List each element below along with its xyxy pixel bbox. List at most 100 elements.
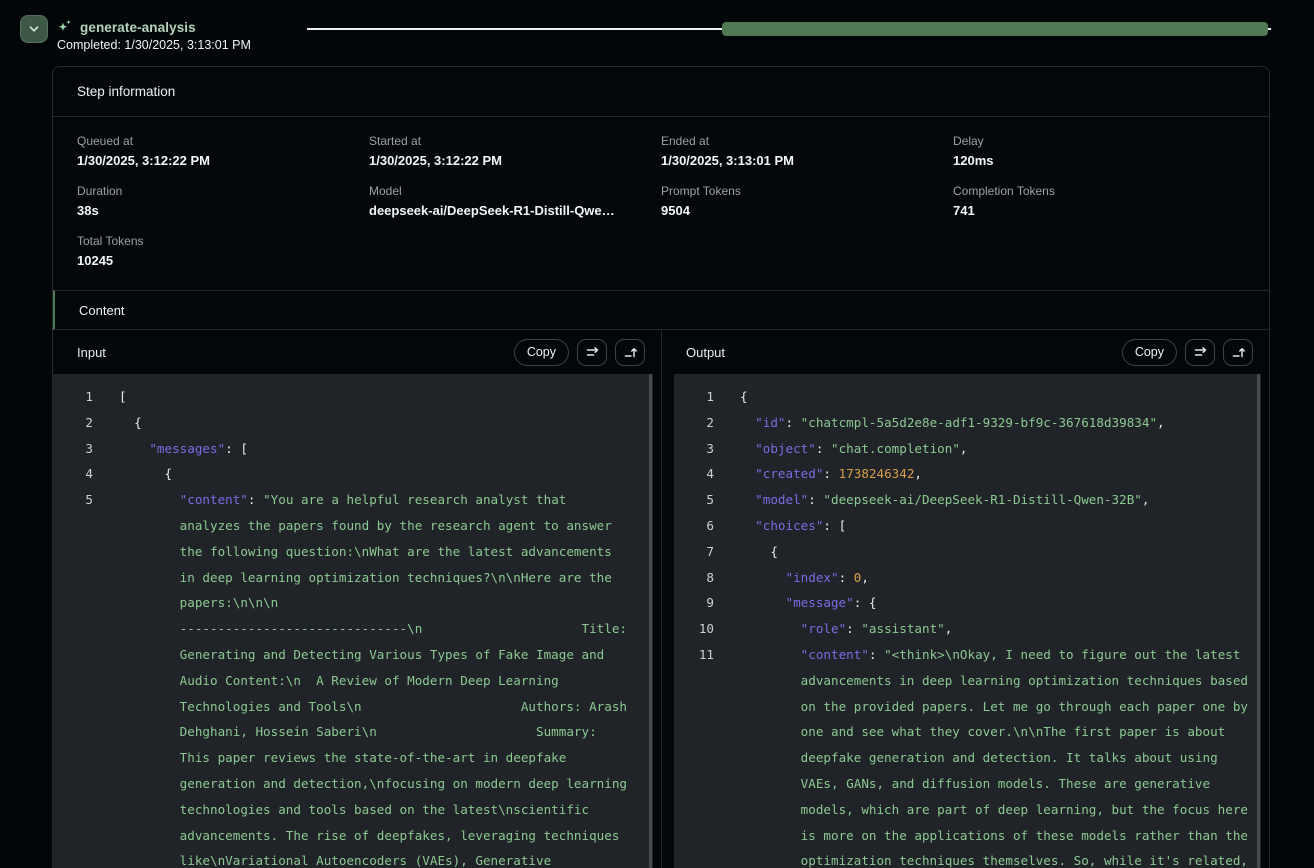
info-field-label: Total Tokens (77, 234, 369, 248)
step-information-header: Step information (53, 67, 1269, 117)
code-line-text: "messages": [ (119, 436, 631, 462)
code-line-text: "message": { (740, 590, 1252, 616)
input-panel: Input Copy (53, 330, 661, 868)
output-panel-header: Output Copy (662, 330, 1269, 374)
code-line-text: "object": "chat.completion", (740, 436, 1252, 462)
code-line-text: "index": 0, (740, 565, 1252, 591)
trace-step-view: generate-analysis Completed: 1/30/2025, … (0, 0, 1314, 868)
line-number: 5 (678, 487, 714, 513)
line-number: 4 (678, 461, 714, 487)
code-line-text: { (740, 384, 1252, 410)
info-field: Queued at 1/30/2025, 3:12:22 PM (77, 134, 369, 168)
code-line-text: "role": "assistant", (740, 616, 1252, 642)
step-information-title: Step information (77, 84, 175, 99)
info-field: Started at1/30/2025, 3:12:22 PM (369, 134, 661, 168)
output-toolbar: Copy (1122, 339, 1253, 366)
code-line: 1[ (57, 384, 653, 410)
info-field-value: 9504 (661, 203, 953, 218)
line-number: 7 (678, 539, 714, 565)
code-line: 6 "choices": [ (678, 513, 1261, 539)
code-line: 10 "role": "assistant", (678, 616, 1261, 642)
expand-top-button[interactable] (615, 339, 645, 366)
info-field-value: 1/30/2025, 3:13:01 PM (661, 153, 953, 168)
code-line: 5 "model": "deepseek-ai/DeepSeek-R1-Disti… (678, 487, 1261, 513)
info-field-label: Completion Tokens (953, 184, 1245, 198)
line-number: 6 (678, 513, 714, 539)
wrap-lines-icon (585, 345, 600, 360)
wrap-lines-icon (1193, 345, 1208, 360)
code-line: 9"message": { (678, 590, 1261, 616)
output-scrollbar[interactable] (1257, 374, 1260, 868)
input-panel-title: Input (77, 345, 106, 360)
code-line-text: "choices": [ (740, 513, 1252, 539)
content-section-header[interactable]: Content (53, 290, 1269, 330)
code-line-text: { (119, 410, 631, 436)
code-line-text: { (740, 539, 1252, 565)
code-line: 5"content": "You are a helpful research … (57, 487, 653, 868)
step-information-grid: Queued at1/30/2025, 3:12:22 PMStarted at… (53, 117, 1269, 290)
info-field: Ended at 1/30/2025, 3:13:01 PM (661, 134, 953, 168)
info-field-value: deepseek-ai/DeepSeek-R1-Distill-Qwe… (369, 203, 661, 218)
info-field-label: Model (369, 184, 661, 198)
info-field-value: 1/30/2025, 3:12:22 PM (369, 153, 661, 168)
code-line: 2"id": "chatcmpl-5a5d2e8e-adf1-9329-bf9c… (678, 410, 1261, 436)
copy-button[interactable]: Copy (1122, 339, 1177, 366)
sparkles-icon (56, 19, 73, 36)
line-number: 1 (57, 384, 93, 410)
info-field: Model deepseek-ai/DeepSeek-R1-Distill-Qwe… (369, 184, 661, 218)
info-field: Delay120ms (953, 134, 1245, 168)
step-detail-panel: Step information Queued at1/30/2025, 3:1… (52, 66, 1270, 868)
code-line-text: "id": "chatcmpl-5a5d2e8e-adf1-9329-bf9c-… (740, 410, 1252, 436)
expand-top-button[interactable] (1223, 339, 1253, 366)
input-scrollbar[interactable] (649, 374, 652, 868)
line-number: 1 (678, 384, 714, 410)
code-line-text: "content": "<think>\nOkay, I need to fig… (740, 642, 1252, 868)
code-line: 1{ (678, 384, 1261, 410)
code-line: 4{ (57, 461, 653, 487)
input-toolbar: Copy (514, 339, 645, 366)
output-panel: Output Copy (661, 330, 1269, 868)
code-line: 8"index": 0, (678, 565, 1261, 591)
info-field-value: 38s (77, 203, 369, 218)
code-line-text: "model": "deepseek-ai/DeepSeek-R1-Distil… (740, 487, 1252, 513)
info-field-value: 10245 (77, 253, 369, 268)
line-number: 2 (57, 410, 93, 436)
info-field: Prompt Tokens 9504 (661, 184, 953, 218)
code-line: 4 "created": 1738246342, (678, 461, 1261, 487)
code-line-text: [ (119, 384, 631, 410)
code-line: 7{ (678, 539, 1261, 565)
output-panel-title: Output (686, 345, 725, 360)
line-number: 3 (678, 436, 714, 462)
info-field-value: 1/30/2025, 3:12:22 PM (77, 153, 369, 168)
info-field-value: 741 (953, 203, 1245, 218)
line-number: 10 (678, 616, 714, 642)
arrow-up-icon (623, 345, 638, 360)
collapse-step-button[interactable] (20, 15, 48, 43)
copy-button[interactable]: Copy (514, 339, 569, 366)
info-field-label: Queued at (77, 134, 369, 148)
input-code-editor[interactable]: 1[2{3"messages": [4{5"content": "You are… (53, 374, 653, 868)
trace-span-bar[interactable] (722, 22, 1268, 36)
line-number: 5 (57, 487, 93, 513)
info-field: Total Tokens 10245 (77, 234, 369, 268)
line-number: 11 (678, 642, 714, 668)
output-code-editor[interactable]: 1{2"id": "chatcmpl-5a5d2e8e-adf1-9329-bf… (674, 374, 1261, 868)
wrap-lines-button[interactable] (577, 339, 607, 366)
info-field-label: Ended at (661, 134, 953, 148)
code-line: 11 "content": "<think>\nOkay, I need to f… (678, 642, 1261, 868)
step-status: Completed: 1/30/2025, 3:13:01 PM (57, 38, 251, 52)
wrap-lines-button[interactable] (1185, 339, 1215, 366)
content-panels: Input Copy (53, 330, 1269, 868)
code-line-text: { (119, 461, 631, 487)
info-field-label: Prompt Tokens (661, 184, 953, 198)
info-field: Duration 38s (77, 184, 369, 218)
line-number: 3 (57, 436, 93, 462)
content-section-title: Content (79, 303, 125, 318)
line-number: 4 (57, 461, 93, 487)
code-line-text: "created": 1738246342, (740, 461, 1252, 487)
info-field: Completion Tokens 741 (953, 184, 1245, 218)
code-line: 3 "object": "chat.completion", (678, 436, 1261, 462)
info-field-label: Duration (77, 184, 369, 198)
code-line: 3 "messages": [ (57, 436, 653, 462)
input-panel-header: Input Copy (53, 330, 661, 374)
